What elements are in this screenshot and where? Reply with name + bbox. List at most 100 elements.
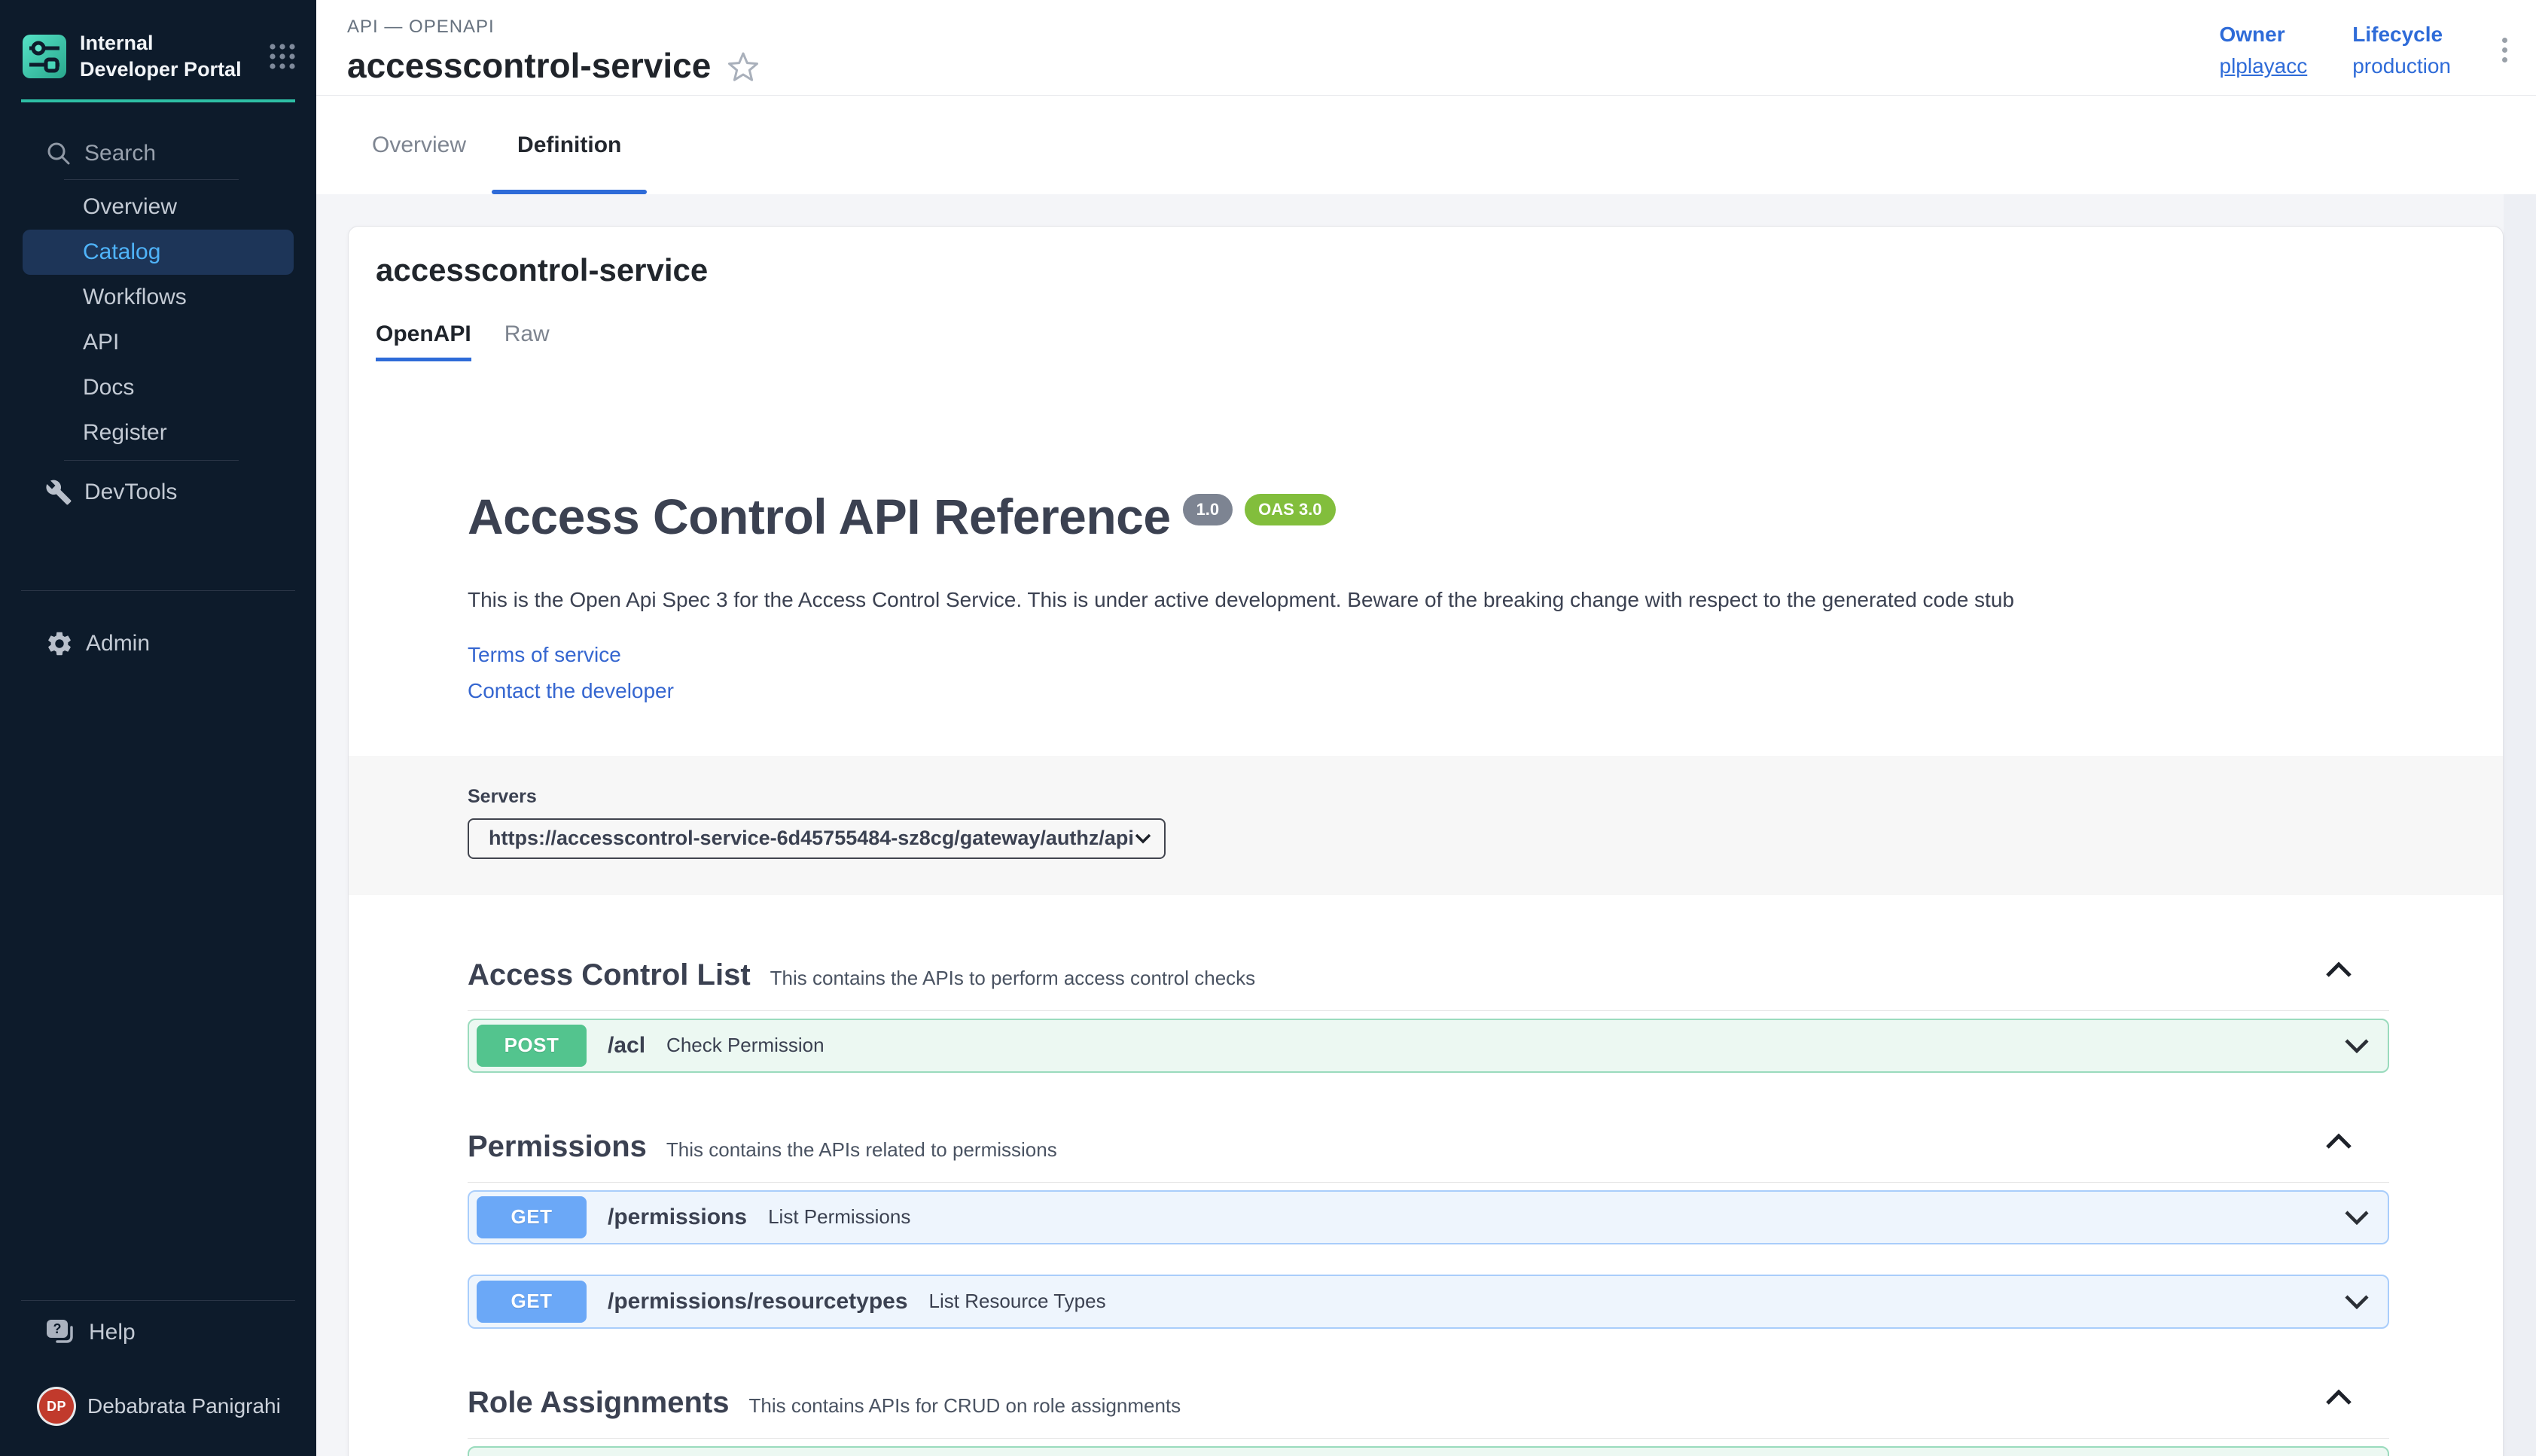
tab-openapi[interactable]: OpenAPI [376, 321, 471, 361]
user-menu[interactable]: DP Debabrata Panigrahi [0, 1382, 316, 1430]
sidebar-item-api[interactable]: API [0, 320, 316, 365]
section-description: This contains APIs for CRUD on role assi… [748, 1394, 1181, 1418]
sidebar-item-label: Help [89, 1320, 136, 1345]
sidebar-item-workflows[interactable]: Workflows [0, 275, 316, 320]
card-title: accesscontrol-service [376, 252, 2503, 288]
endpoint-row-post-acl[interactable]: POST /acl Check Permission [468, 1019, 2389, 1073]
chevron-down-icon[interactable] [2344, 1038, 2370, 1053]
lifecycle-value: production [2352, 54, 2451, 78]
endpoint-path: /permissions [608, 1205, 747, 1230]
section-title[interactable]: Permissions [468, 1130, 647, 1164]
avatar: DP [39, 1389, 74, 1424]
method-badge: POST [477, 1025, 587, 1067]
terms-of-service-link[interactable]: Terms of service [468, 643, 2389, 667]
endpoint-path: /acl [608, 1033, 645, 1058]
api-title: Access Control API Reference [468, 489, 1171, 544]
api-info: Access Control API Reference 1.0 OAS 3.0… [468, 489, 2389, 703]
entity-header: API — OPENAPI accesscontrol-service Owne… [316, 0, 2536, 96]
tab-definition[interactable]: Definition [492, 96, 647, 194]
section-role-assignments: Role Assignments This contains APIs for … [468, 1359, 2389, 1456]
scrollbar-track[interactable] [2504, 194, 2536, 1456]
lifecycle-meta: Lifecycle production [2352, 23, 2451, 78]
chevron-up-icon[interactable] [2324, 961, 2353, 978]
sidebar-divider [64, 179, 239, 180]
sidebar-item-overview[interactable]: Overview [0, 184, 316, 230]
section-description: This contains the APIs related to permis… [666, 1138, 1057, 1162]
wrench-icon [45, 479, 72, 506]
sidebar-divider [21, 590, 295, 591]
servers-label: Servers [468, 786, 2503, 808]
version-badge: 1.0 [1183, 494, 1233, 525]
definition-format-tabs: OpenAPI Raw [376, 321, 2503, 361]
owner-link[interactable]: plplayacc [2220, 54, 2308, 78]
section-access-control-list: Access Control List This contains the AP… [468, 931, 2389, 1073]
sidebar-item-admin[interactable]: Admin [0, 621, 316, 666]
chevron-down-icon[interactable] [2344, 1294, 2370, 1309]
api-sections: Access Control List This contains the AP… [468, 931, 2389, 1456]
chevron-up-icon[interactable] [2324, 1389, 2353, 1406]
sidebar-item-devtools[interactable]: DevTools [0, 470, 316, 515]
chevron-up-icon[interactable] [2324, 1133, 2353, 1150]
gear-icon [45, 629, 74, 658]
main-area: API — OPENAPI accesscontrol-service Owne… [316, 0, 2536, 1456]
oas-badge: OAS 3.0 [1245, 494, 1335, 525]
breadcrumb: API — OPENAPI [347, 17, 759, 38]
sidebar: Internal Developer Portal Search Overvie… [0, 0, 316, 1456]
chevron-down-icon [1134, 833, 1152, 845]
server-select[interactable]: https://accesscontrol-service-6d45755484… [468, 818, 1166, 859]
kebab-menu-icon[interactable] [2496, 32, 2513, 69]
brand-accent-divider [21, 99, 295, 102]
section-permissions: Permissions This contains the APIs relat… [468, 1103, 2389, 1329]
endpoint-summary: List Permissions [768, 1205, 910, 1229]
user-name: Debabrata Panigrahi [87, 1394, 281, 1418]
favorite-star-icon[interactable] [727, 51, 759, 83]
search-icon [45, 140, 72, 167]
server-url: https://accesscontrol-service-6d45755484… [489, 827, 1134, 850]
portal-logo-icon [23, 35, 66, 78]
endpoint-row-clipped[interactable] [468, 1446, 2389, 1456]
tab-overview[interactable]: Overview [346, 96, 492, 194]
section-title[interactable]: Role Assignments [468, 1386, 729, 1420]
sidebar-divider [21, 1300, 295, 1301]
endpoint-row-get-resourcetypes[interactable]: GET /permissions/resourcetypes List Reso… [468, 1275, 2389, 1329]
sidebar-item-search[interactable]: Search [0, 133, 316, 175]
page-title: accesscontrol-service [347, 45, 711, 86]
sidebar-spacer [0, 666, 316, 1300]
endpoint-summary: Check Permission [666, 1034, 825, 1057]
tab-raw[interactable]: Raw [504, 321, 550, 361]
brand-title: Internal Developer Portal [80, 30, 255, 83]
servers-section: Servers https://accesscontrol-service-6d… [349, 756, 2503, 895]
content-area: accesscontrol-service OpenAPI Raw Access… [316, 194, 2536, 1456]
entity-tabs: Overview Definition [316, 96, 2536, 194]
owner-label: Owner [2220, 23, 2308, 47]
chevron-down-icon[interactable] [2344, 1210, 2370, 1225]
section-header: Permissions This contains the APIs relat… [468, 1103, 2389, 1183]
sidebar-item-help[interactable]: ? Help [0, 1310, 316, 1355]
svg-text:?: ? [53, 1321, 62, 1336]
sidebar-item-label: Search [84, 141, 156, 166]
api-description: This is the Open Api Spec 3 for the Acce… [468, 585, 2389, 614]
section-description: This contains the APIs to perform access… [770, 967, 1256, 990]
section-title[interactable]: Access Control List [468, 958, 751, 992]
sidebar-divider [64, 460, 239, 461]
endpoint-path: /permissions/resourcetypes [608, 1289, 908, 1314]
brand: Internal Developer Portal [0, 0, 316, 99]
help-chat-icon: ? [45, 1317, 77, 1348]
method-badge: GET [477, 1196, 587, 1238]
tab-label: Definition [517, 133, 621, 158]
sidebar-item-docs[interactable]: Docs [0, 365, 316, 410]
definition-card: accesscontrol-service OpenAPI Raw Access… [348, 226, 2504, 1456]
sidebar-item-label: DevTools [84, 480, 177, 505]
sidebar-item-catalog[interactable]: Catalog [23, 230, 294, 275]
contact-developer-link[interactable]: Contact the developer [468, 679, 2389, 703]
sidebar-item-label: Admin [86, 631, 150, 656]
lifecycle-label: Lifecycle [2352, 23, 2451, 47]
section-header: Access Control List This contains the AP… [468, 931, 2389, 1011]
owner-meta: Owner plplayacc [2220, 23, 2308, 78]
section-header: Role Assignments This contains APIs for … [468, 1359, 2389, 1439]
endpoint-row-get-permissions[interactable]: GET /permissions List Permissions [468, 1190, 2389, 1244]
apps-grid-icon[interactable] [268, 42, 297, 71]
method-badge: GET [477, 1281, 587, 1323]
endpoint-summary: List Resource Types [929, 1290, 1106, 1313]
sidebar-item-register[interactable]: Register [0, 410, 316, 455]
